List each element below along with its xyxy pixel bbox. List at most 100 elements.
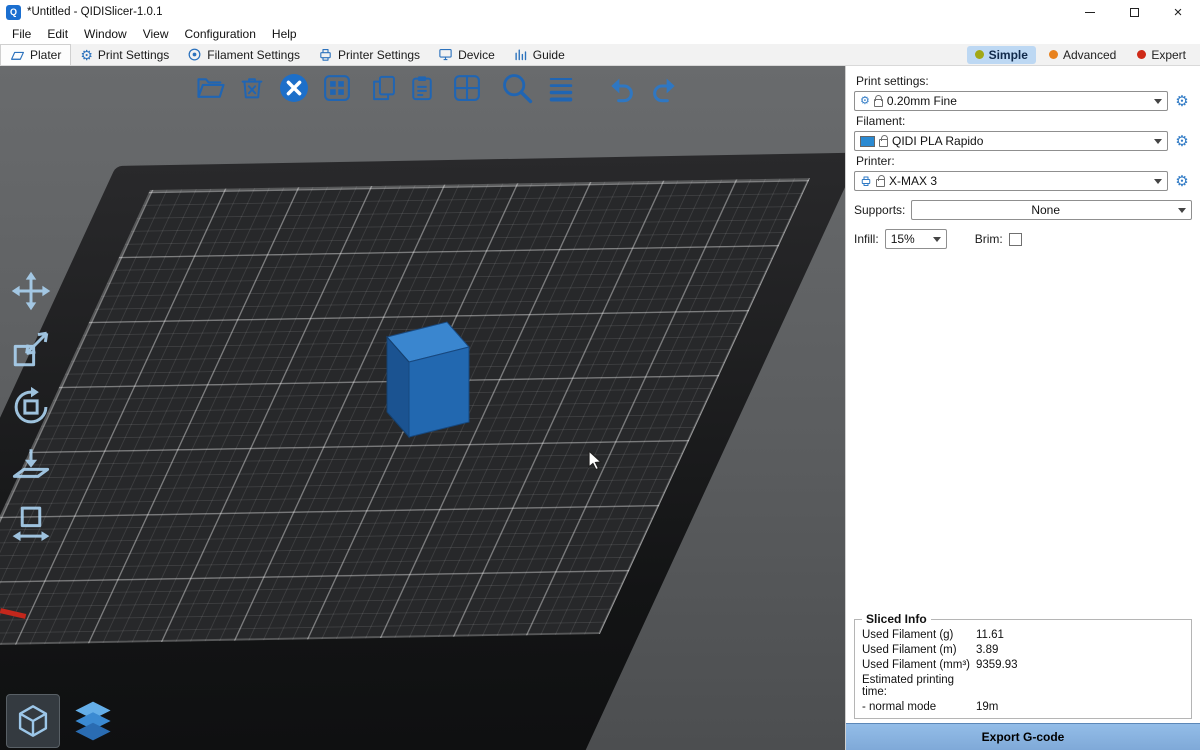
- 3d-editor-view-button[interactable]: [6, 694, 60, 748]
- titlebar: Q *Untitled - QIDISlicer-1.0.1 ×: [0, 0, 1200, 24]
- delete-all-button[interactable]: [278, 72, 310, 104]
- sliced-row-label: Used Filament (g): [862, 629, 976, 641]
- delete-all-icon: [278, 72, 310, 104]
- measure-tool-button[interactable]: [8, 500, 54, 546]
- arrange-icon: [322, 73, 352, 103]
- sliced-row-label: Used Filament (m): [862, 644, 976, 656]
- tab-guide[interactable]: Guide: [504, 44, 574, 65]
- tab-label: Guide: [533, 48, 565, 62]
- sliced-info-title: Sliced Info: [862, 612, 931, 626]
- layer-preview-view-button[interactable]: [66, 694, 120, 748]
- window-controls: ×: [1068, 0, 1200, 24]
- tab-plater[interactable]: Plater: [0, 44, 71, 65]
- gear-icon: ⚙: [80, 48, 93, 62]
- mode-label: Expert: [1151, 48, 1186, 62]
- app-logo-icon: Q: [6, 5, 21, 20]
- layers-view-icon: [71, 699, 115, 743]
- window-title: *Untitled - QIDISlicer-1.0.1: [27, 6, 1068, 18]
- supports-select[interactable]: None: [911, 200, 1192, 220]
- redo-icon: [648, 72, 680, 104]
- filament-select[interactable]: QIDI PLA Rapido: [854, 131, 1168, 151]
- sliced-info-row: Used Filament (mm³) 9359.93: [858, 657, 1188, 672]
- redo-button[interactable]: [648, 72, 680, 104]
- printer-value: X-MAX 3: [889, 174, 1150, 188]
- infill-select[interactable]: 15%: [885, 229, 947, 249]
- view-toggle: [6, 694, 120, 748]
- move-tool-button[interactable]: [8, 268, 54, 314]
- tab-print-settings[interactable]: ⚙ Print Settings: [71, 44, 178, 65]
- menu-help[interactable]: Help: [264, 25, 305, 43]
- move-icon: [10, 270, 52, 312]
- export-gcode-button[interactable]: Export G-code: [846, 723, 1200, 750]
- mode-label: Advanced: [1063, 48, 1116, 62]
- tab-label: Device: [458, 48, 495, 62]
- mode-expert[interactable]: Expert: [1129, 46, 1194, 64]
- split-view-button[interactable]: [452, 73, 482, 103]
- menu-file[interactable]: File: [4, 25, 39, 43]
- search-button[interactable]: [500, 71, 534, 105]
- plater-icon: [10, 48, 25, 63]
- arrange-button[interactable]: [322, 73, 352, 103]
- expert-mode-dot-icon: [1137, 50, 1146, 59]
- undo-icon: [606, 72, 638, 104]
- chevron-down-icon: [1154, 139, 1162, 144]
- minimize-button[interactable]: [1068, 0, 1112, 24]
- menu-configuration[interactable]: Configuration: [177, 25, 264, 43]
- trash-delete-icon: [238, 74, 266, 102]
- scale-tool-button[interactable]: [8, 326, 54, 372]
- print-settings-value: 0.20mm Fine: [887, 94, 1150, 108]
- viewport-3d[interactable]: [0, 66, 845, 750]
- cube-view-icon: [15, 703, 51, 739]
- sliced-info-row: - normal mode 19m: [858, 699, 1188, 714]
- undo-button[interactable]: [606, 72, 638, 104]
- delete-object-button[interactable]: [238, 74, 266, 102]
- layer-sequence-button[interactable]: [546, 73, 576, 103]
- chevron-down-icon: [1154, 179, 1162, 184]
- menu-edit[interactable]: Edit: [39, 25, 76, 43]
- rotate-tool-button[interactable]: [8, 384, 54, 430]
- tab-label: Print Settings: [98, 48, 169, 62]
- sliced-row-value: [976, 674, 1184, 698]
- tab-filament-settings[interactable]: Filament Settings: [178, 44, 309, 65]
- tab-printer-settings[interactable]: Printer Settings: [309, 44, 429, 65]
- chevron-down-icon: [933, 237, 941, 242]
- sliced-row-label: - normal mode: [862, 701, 976, 713]
- paste-button[interactable]: [408, 74, 436, 102]
- printer-gear-button[interactable]: ⚙: [1172, 171, 1192, 191]
- copy-button[interactable]: [370, 74, 398, 102]
- split-panes-icon: [452, 73, 482, 103]
- close-icon: ×: [1174, 5, 1183, 20]
- filament-spool-icon: [187, 47, 202, 62]
- lock-icon: [876, 179, 885, 187]
- sliced-row-label: Used Filament (mm³): [862, 659, 976, 671]
- tab-label: Plater: [30, 48, 61, 62]
- menu-view[interactable]: View: [135, 25, 177, 43]
- supports-label: Supports:: [854, 203, 905, 217]
- printer-select[interactable]: X-MAX 3: [854, 171, 1168, 191]
- gear-icon: ⚙: [860, 96, 870, 107]
- paste-icon: [408, 74, 436, 102]
- close-button[interactable]: ×: [1156, 0, 1200, 24]
- minimize-icon: [1085, 12, 1095, 13]
- menu-window[interactable]: Window: [76, 25, 135, 43]
- infill-value: 15%: [891, 232, 929, 246]
- device-monitor-icon: [438, 47, 453, 62]
- filament-label: Filament:: [856, 114, 1192, 128]
- mode-advanced[interactable]: Advanced: [1041, 46, 1124, 64]
- filament-gear-button[interactable]: ⚙: [1172, 131, 1192, 151]
- brim-checkbox[interactable]: [1009, 233, 1022, 246]
- guide-icon: [513, 47, 528, 62]
- print-settings-select[interactable]: ⚙ 0.20mm Fine: [854, 91, 1168, 111]
- maximize-button[interactable]: [1112, 0, 1156, 24]
- lock-icon: [879, 139, 888, 147]
- sliced-info-row: Estimated printing time:: [858, 672, 1188, 699]
- open-project-button[interactable]: [196, 73, 226, 103]
- chevron-down-icon: [1154, 99, 1162, 104]
- mode-simple[interactable]: Simple: [967, 46, 1036, 64]
- place-on-face-icon: [10, 444, 52, 486]
- tab-label: Filament Settings: [207, 48, 300, 62]
- tab-device[interactable]: Device: [429, 44, 504, 65]
- place-on-face-tool-button[interactable]: [8, 442, 54, 488]
- measure-icon: [10, 502, 52, 544]
- print-settings-gear-button[interactable]: ⚙: [1172, 91, 1192, 111]
